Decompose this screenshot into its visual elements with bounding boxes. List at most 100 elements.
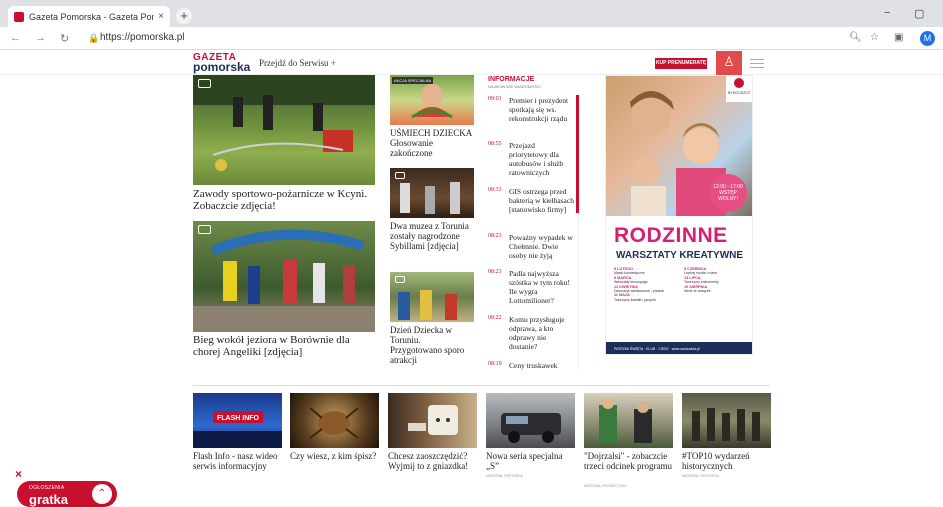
camera-icon bbox=[395, 172, 405, 179]
schedule-entry: 13 KWIETNIA Dekoracje wielkanocne - pisan… bbox=[614, 285, 680, 294]
url-field[interactable]: https://pomorska.pl bbox=[100, 32, 184, 43]
chevron-up-icon[interactable]: ⌃ bbox=[92, 484, 112, 504]
article1-title[interactable]: Zawody sportowo-pożarnicze w Kcyni. Zoba… bbox=[193, 188, 375, 212]
schedule-entry: 13 LIPCA Tworzymy instrumenty bbox=[684, 276, 750, 285]
advertisement-banner[interactable]: BYDGOSZCZ 12:00 - 17:00 WSTĘP WOLNY! ROD… bbox=[605, 75, 753, 355]
bottom-caption[interactable]: Czy wiesz, z kim śpisz? bbox=[290, 451, 380, 461]
schedule-date: 13 KWIETNIA bbox=[614, 284, 639, 289]
ad-footer: PATRONI ŚWIĘTA · KLUB · CIESZ · www.zach… bbox=[606, 342, 752, 354]
ad-schedule-right: 8 CZERWCA Lepimy mydła i różne 13 LIPCA Tw… bbox=[684, 267, 750, 293]
info-title[interactable]: INFORMACJE bbox=[488, 76, 534, 83]
tab-title: Gazeta Pomorska - Gazeta Pomo bbox=[29, 11, 155, 22]
zoom-icon[interactable]: 🔍︎ bbox=[849, 32, 862, 43]
schedule-date: 9 MARCA bbox=[614, 275, 632, 280]
tab-close-icon[interactable]: × bbox=[158, 11, 164, 22]
free-entry-badge: 12:00 - 17:00 WSTĘP WOLNY! bbox=[709, 174, 747, 212]
schedule-date: 11 MAJA bbox=[614, 293, 630, 298]
info-time: 08:23 bbox=[488, 233, 502, 239]
gratka-widget[interactable]: OGŁOSZENIA gratka ⌃ bbox=[17, 481, 117, 507]
info-time: 09:01 bbox=[488, 96, 502, 102]
bedbug-image bbox=[309, 407, 359, 439]
dojrzalsi-image bbox=[599, 397, 652, 443]
info-time: 08:22 bbox=[488, 315, 502, 321]
restore-button[interactable]: ▢ bbox=[914, 7, 924, 20]
back-arrow-icon[interactable]: ← bbox=[10, 32, 21, 44]
runners-image bbox=[193, 229, 375, 332]
video-icon bbox=[395, 276, 405, 283]
user-icon[interactable]: ♙ bbox=[716, 51, 742, 75]
section-divider bbox=[193, 385, 770, 386]
info-text: Poważny wypadek w Chełmnie. Dwie osoby n… bbox=[509, 233, 573, 260]
schedule-entry: 9 LUTEGO Masło kosmetyczne bbox=[614, 267, 680, 276]
col2-item2-title[interactable]: Dwa muzea z Torunia zostały nagrodzone S… bbox=[390, 221, 474, 251]
gratka-brand: gratka bbox=[29, 492, 69, 507]
schedule-text: Lepimy mydła i różne bbox=[684, 271, 718, 276]
new-tab-button[interactable]: + bbox=[176, 8, 192, 24]
special-action-tag: AKCJA SPECJALNA bbox=[392, 77, 434, 84]
bottom-caption[interactable]: "Dojrzalsi" - zobaczcie trzeci odcinek p… bbox=[584, 451, 674, 471]
close-icon[interactable]: × bbox=[15, 467, 22, 481]
bottom-thumb[interactable] bbox=[584, 393, 673, 448]
subscribe-button[interactable]: KUP PRENUMERATĘ bbox=[655, 58, 707, 69]
minimize-button[interactable]: − bbox=[884, 7, 890, 19]
schedule-text: Tworzymy instrumenty bbox=[684, 280, 719, 285]
bottom-caption[interactable]: #TOP10 wydarzeń historycznych bbox=[682, 451, 772, 471]
browser-tab[interactable]: Gazeta Pomorska - Gazeta Pomo × bbox=[8, 6, 170, 27]
bottom-caption[interactable]: Chcesz zaoszczędzić? Wyjmij to z gniazdk… bbox=[388, 451, 478, 471]
schedule-date: 13 LIPCA bbox=[684, 275, 701, 280]
plus-icon: + bbox=[330, 58, 336, 68]
hamburger-menu-icon[interactable] bbox=[750, 56, 764, 71]
extension-icon[interactable]: ▣ bbox=[894, 32, 903, 43]
socket-image bbox=[408, 405, 458, 435]
bottom-source: MATERIAŁ PROMOCYJNY bbox=[584, 484, 627, 488]
col2-item1-photo[interactable]: AKCJA SPECJALNA bbox=[390, 75, 474, 125]
schedule-entry: 10 SIERPNIA Nerki ze wstążek bbox=[684, 285, 750, 294]
reload-icon[interactable]: ↻ bbox=[60, 32, 69, 45]
info-text: Przejazd priorytetowy dla autobusów i sł… bbox=[509, 141, 564, 177]
bottom-source: MATERIAŁ PARTNERA bbox=[682, 474, 719, 478]
forward-arrow-icon[interactable]: → bbox=[35, 32, 46, 44]
article2-photo[interactable] bbox=[193, 221, 375, 332]
soldiers-image bbox=[692, 408, 760, 441]
bottom-thumb[interactable] bbox=[388, 393, 477, 448]
info-text: Ceny truskawek bbox=[509, 361, 558, 370]
bottom-caption[interactable]: Flash Info - nasz wideo serwis informacy… bbox=[193, 451, 283, 471]
schedule-text: Dekoracje wielkanocne - pisanki bbox=[614, 289, 664, 294]
przejdz-link[interactable]: Przejdź do Serwisu + bbox=[259, 58, 336, 68]
firefighters-image bbox=[193, 75, 375, 171]
schedule-date: 10 SIERPNIA bbox=[684, 284, 708, 289]
bottom-thumb[interactable] bbox=[486, 393, 575, 448]
bottom-thumb[interactable] bbox=[682, 393, 771, 448]
col2-item3-photo[interactable] bbox=[390, 272, 474, 322]
info-text: Premier i prezydent spotkają się ws. rek… bbox=[509, 96, 569, 123]
browser-tab-strip: Gazeta Pomorska - Gazeta Pomo × + − ▢ bbox=[0, 0, 943, 27]
info-time: 08:33 bbox=[488, 187, 502, 193]
schedule-entry: 8 CZERWCA Lepimy mydła i różne bbox=[684, 267, 750, 276]
ad-subheading: WARSZTATY KREATYWNE bbox=[616, 250, 744, 261]
bottom-caption[interactable]: Nowa seria specjalna „S” bbox=[486, 451, 576, 471]
flash-info-image: FLASH INFO bbox=[193, 411, 282, 448]
article2-title[interactable]: Bieg wokół jeziora w Borównie dla chorej… bbox=[193, 334, 375, 358]
col2-item2-photo[interactable] bbox=[390, 168, 474, 218]
bydgoszcz-logo: BYDGOSZCZ bbox=[726, 76, 752, 102]
info-time: 08:23 bbox=[488, 269, 502, 275]
article1-photo[interactable] bbox=[193, 75, 375, 185]
lock-icon[interactable]: 🔒 bbox=[88, 33, 99, 44]
ogloszenia-label: OGŁOSZENIA bbox=[29, 485, 65, 491]
schedule-date: 8 CZERWCA bbox=[684, 267, 707, 271]
info-text: Komu przysługuje odprawa, a kto odprawy … bbox=[509, 315, 565, 351]
schedule-date: 9 LUTEGO bbox=[614, 267, 633, 271]
logo-bottom[interactable]: pomorska bbox=[193, 61, 250, 73]
col2-item3-title[interactable]: Dzień Dziecka w Toruniu. Przygotowano sp… bbox=[390, 325, 474, 365]
favicon-icon bbox=[14, 11, 24, 22]
info-text: Padła najwyższa szóstka w tym roku! Ile … bbox=[509, 269, 571, 305]
col2-item1-title[interactable]: UŚMIECH DZIECKA Głosowanie zakończone bbox=[390, 128, 474, 158]
profile-avatar[interactable]: M bbox=[920, 31, 935, 46]
star-icon[interactable]: ☆ bbox=[870, 32, 879, 43]
address-bar: ← → ↻ 🔒 https://pomorska.pl 🔍︎ ☆ ▣ M bbox=[0, 27, 943, 50]
camera-icon bbox=[198, 79, 211, 88]
jeep-image bbox=[501, 413, 561, 443]
bottom-thumb[interactable] bbox=[290, 393, 379, 448]
bottom-thumb[interactable]: FLASH INFO bbox=[193, 393, 282, 448]
scrollbar-thumb[interactable] bbox=[576, 95, 579, 213]
